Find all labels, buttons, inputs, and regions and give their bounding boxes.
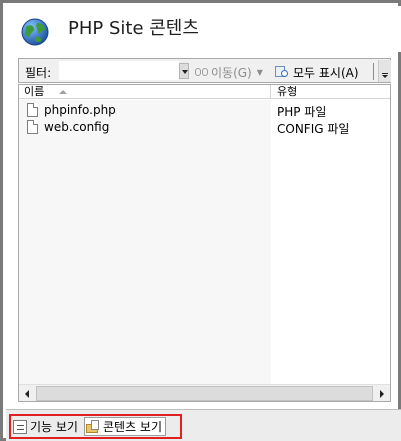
column-header-row: 이름 유형 <box>19 85 390 99</box>
show-all-icon <box>275 65 291 79</box>
sorted-column-shading <box>19 100 271 385</box>
page-header: PHP Site 콘텐츠 <box>6 6 401 52</box>
content-view-icon <box>85 419 100 434</box>
scroll-right-arrow-icon[interactable] <box>374 386 389 401</box>
file-icon <box>27 103 38 117</box>
list-item[interactable]: web.config CONFIG 파일 <box>19 118 390 136</box>
sort-ascending-icon <box>59 90 67 94</box>
content-list[interactable]: 이름 유형 phpinfo.php PHP 파일 web.config CONF… <box>18 84 391 402</box>
horizontal-scrollbar[interactable] <box>19 384 390 401</box>
go-dropdown-arrow-icon[interactable]: ▼ <box>257 68 263 77</box>
view-switcher-bar: 기능 보기 콘텐츠 보기 <box>6 409 401 441</box>
go-label: 이동(G) <box>211 65 252 80</box>
globe-icon <box>21 18 49 46</box>
toolbar-separator <box>373 63 374 80</box>
filter-toolbar: 필터: 이동(G) ▼ 모두 표시(A) <box>18 58 391 83</box>
show-all-button[interactable]: 모두 표시(A) <box>275 63 359 81</box>
column-header-name[interactable]: 이름 <box>19 85 271 99</box>
file-name: web.config <box>44 120 110 134</box>
file-type: CONFIG 파일 <box>277 122 350 136</box>
content-view-tab[interactable]: 콘텐츠 보기 <box>83 417 166 436</box>
content-panel: PHP Site 콘텐츠 필터: 이동(G) ▼ 모두 표시(A) 이름 유형 … <box>6 6 401 441</box>
filter-label: 필터: <box>25 66 52 80</box>
column-header-type[interactable]: 유형 <box>272 85 390 99</box>
toolbar-overflow-button[interactable] <box>378 60 391 82</box>
go-button[interactable]: 이동(G) ▼ <box>195 63 263 81</box>
binoculars-icon <box>195 66 209 78</box>
file-name: phpinfo.php <box>44 103 116 117</box>
scroll-left-arrow-icon[interactable] <box>20 386 35 401</box>
content-view-label: 콘텐츠 보기 <box>102 420 162 434</box>
scrollbar-thumb[interactable] <box>36 386 373 401</box>
file-icon <box>27 120 38 134</box>
window-frame: PHP Site 콘텐츠 필터: 이동(G) ▼ 모두 표시(A) 이름 유형 … <box>0 0 401 441</box>
list-item[interactable]: phpinfo.php PHP 파일 <box>19 101 390 119</box>
features-view-icon <box>13 419 27 434</box>
view-tabs-highlight: 기능 보기 콘텐츠 보기 <box>9 414 182 439</box>
filter-input[interactable] <box>59 61 179 80</box>
features-view-tab[interactable]: 기능 보기 <box>12 417 81 436</box>
page-title: PHP Site 콘텐츠 <box>68 18 199 39</box>
filter-dropdown-button[interactable] <box>179 63 189 79</box>
show-all-label: 모두 표시(A) <box>293 65 359 80</box>
features-view-label: 기능 보기 <box>30 420 78 434</box>
